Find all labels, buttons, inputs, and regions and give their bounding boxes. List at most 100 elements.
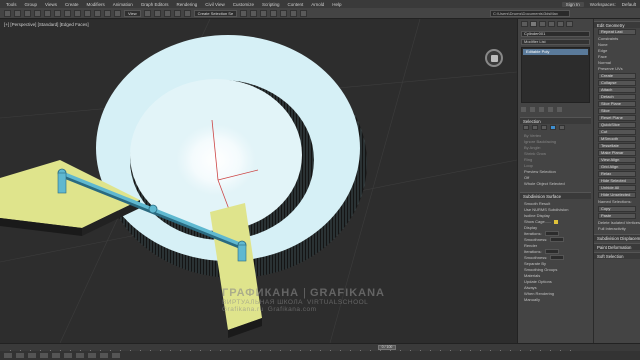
menu-arnold[interactable]: Arnold [311, 2, 324, 7]
edit-geometry-title[interactable]: Edit Geometry [594, 21, 640, 28]
menu-scripting[interactable]: Scripting [262, 2, 280, 7]
detach-button[interactable]: Detach [598, 94, 636, 100]
configure-sets-icon[interactable] [557, 107, 562, 112]
bind-space-warp-icon[interactable] [44, 9, 51, 17]
display-iterations-spinner[interactable] [544, 231, 559, 237]
pin-stack-icon[interactable] [521, 107, 526, 112]
window-crossing-icon[interactable] [84, 9, 91, 17]
attach-button[interactable]: Attach [598, 87, 636, 93]
spinner-snap-icon[interactable] [183, 9, 191, 17]
percent-snap-icon[interactable] [173, 9, 181, 17]
unhide-all-button[interactable]: Unhide All [598, 185, 636, 191]
menu-rendering[interactable]: Rendering [177, 2, 198, 7]
select-by-name-icon[interactable] [64, 9, 71, 17]
redo-icon[interactable] [14, 9, 21, 17]
menu-tools[interactable]: Tools [6, 2, 17, 7]
grid-align-button[interactable]: Grid Align [598, 164, 636, 170]
selection-lock-icon[interactable] [16, 353, 24, 358]
material-editor-icon[interactable] [280, 9, 288, 17]
menu-animation[interactable]: Animation [113, 2, 133, 7]
subdivision-rollout-title[interactable]: Subdivision Surface [520, 192, 591, 199]
move-icon[interactable] [94, 9, 101, 17]
menu-modifiers[interactable]: Modifiers [86, 2, 104, 7]
play-icon[interactable] [76, 353, 84, 358]
pivot-icon[interactable] [143, 9, 151, 17]
slice-button[interactable]: Slice [598, 108, 636, 114]
cut-button[interactable]: Cut [598, 129, 636, 135]
make-unique-icon[interactable] [539, 107, 544, 112]
render-smoothness-spinner[interactable] [550, 255, 565, 261]
selection-rollout-title[interactable]: Selection [520, 117, 591, 124]
viewcube-icon[interactable] [485, 49, 503, 67]
orbit-icon[interactable] [100, 353, 108, 358]
snap-icon[interactable] [153, 9, 161, 17]
cage-color-swatch[interactable] [554, 219, 559, 224]
menu-views[interactable]: Views [45, 2, 57, 7]
display-tab-icon[interactable] [557, 21, 564, 27]
project-path-field[interactable]: C:\Users\Drums\Documents\3dsMax [490, 10, 570, 17]
stack-item-editable-poly[interactable]: Editable Poly [523, 49, 588, 55]
paste-button[interactable]: Paste [598, 213, 636, 219]
copy-button[interactable]: Copy [598, 206, 636, 212]
link-icon[interactable] [24, 9, 31, 17]
paint-deformation-title[interactable]: Paint Deformation [594, 243, 640, 250]
set-key-icon[interactable] [64, 353, 72, 358]
isolate-icon[interactable] [28, 353, 36, 358]
mirror-icon[interactable] [240, 9, 248, 17]
align-icon[interactable] [250, 9, 258, 17]
modifier-list-dropdown[interactable]: Modifier List [521, 39, 590, 45]
time-slider[interactable]: 0 / 100 [378, 345, 396, 350]
element-icon[interactable] [559, 125, 565, 130]
pan-icon[interactable] [112, 353, 120, 358]
show-end-result-icon[interactable] [530, 107, 535, 112]
absolute-mode-icon[interactable] [40, 353, 48, 358]
menu-group[interactable]: Group [25, 2, 38, 7]
subdivision-displacement-title[interactable]: Subdivision Displacement [594, 234, 640, 241]
hierarchy-tab-icon[interactable] [539, 21, 546, 27]
collapse-button[interactable]: Collapse [598, 80, 636, 86]
workspace-dropdown[interactable]: Default [622, 2, 636, 7]
sign-in-button[interactable]: Sign In [561, 1, 584, 7]
create-tab-icon[interactable] [521, 21, 528, 27]
rotate-icon[interactable] [104, 9, 111, 17]
render-icon[interactable] [300, 9, 308, 17]
msmooth-button[interactable]: MSmooth [598, 136, 636, 142]
zoom-icon[interactable] [88, 353, 96, 358]
tessellate-button[interactable]: Tessellate [598, 143, 636, 149]
menu-graph-editors[interactable]: Graph Editors [141, 2, 169, 7]
make-planar-button[interactable]: Make Planar [598, 150, 636, 156]
utilities-tab-icon[interactable] [566, 21, 573, 27]
undo-icon[interactable] [4, 9, 11, 17]
curve-editor-icon[interactable] [270, 9, 278, 17]
repeat-last-button[interactable]: Repeat Last [598, 29, 636, 35]
vertex-icon[interactable] [523, 125, 529, 130]
remove-modifier-icon[interactable] [548, 107, 553, 112]
select-icon[interactable] [54, 9, 61, 17]
layer-icon[interactable] [260, 9, 268, 17]
border-icon[interactable] [541, 125, 547, 130]
maxscript-listener-icon[interactable] [4, 353, 12, 358]
angle-snap-icon[interactable] [163, 9, 171, 17]
soft-selection-title[interactable]: Soft Selection [594, 252, 640, 259]
motion-tab-icon[interactable] [548, 21, 555, 27]
hide-selected-button[interactable]: Hide Selected [598, 178, 636, 184]
menu-civil-view[interactable]: Civil View [205, 2, 224, 7]
menu-customize[interactable]: Customize [233, 2, 254, 7]
relax-button[interactable]: Relax [598, 171, 636, 177]
selection-set-dropdown[interactable]: Create Selection Se [193, 9, 238, 17]
rect-selection-icon[interactable] [74, 9, 81, 17]
menu-help[interactable]: Help [332, 2, 341, 7]
display-smoothness-spinner[interactable] [550, 237, 565, 243]
reference-coord-dropdown[interactable]: View [124, 9, 141, 17]
view-align-button[interactable]: View Align [598, 157, 636, 163]
object-name-field[interactable]: Cylinder001 [521, 31, 590, 37]
render-iterations-spinner[interactable] [544, 249, 559, 255]
modify-tab-icon[interactable] [530, 21, 537, 27]
reset-plane-button[interactable]: Reset Plane [598, 115, 636, 121]
slice-plane-button[interactable]: Slice Plane [598, 101, 636, 107]
render-setup-icon[interactable] [290, 9, 298, 17]
unlink-icon[interactable] [34, 9, 41, 17]
scale-icon[interactable] [114, 9, 121, 17]
menu-create[interactable]: Create [65, 2, 79, 7]
viewport-label[interactable]: [+] [Perspective] [Standard] [Edged Face… [4, 22, 89, 27]
